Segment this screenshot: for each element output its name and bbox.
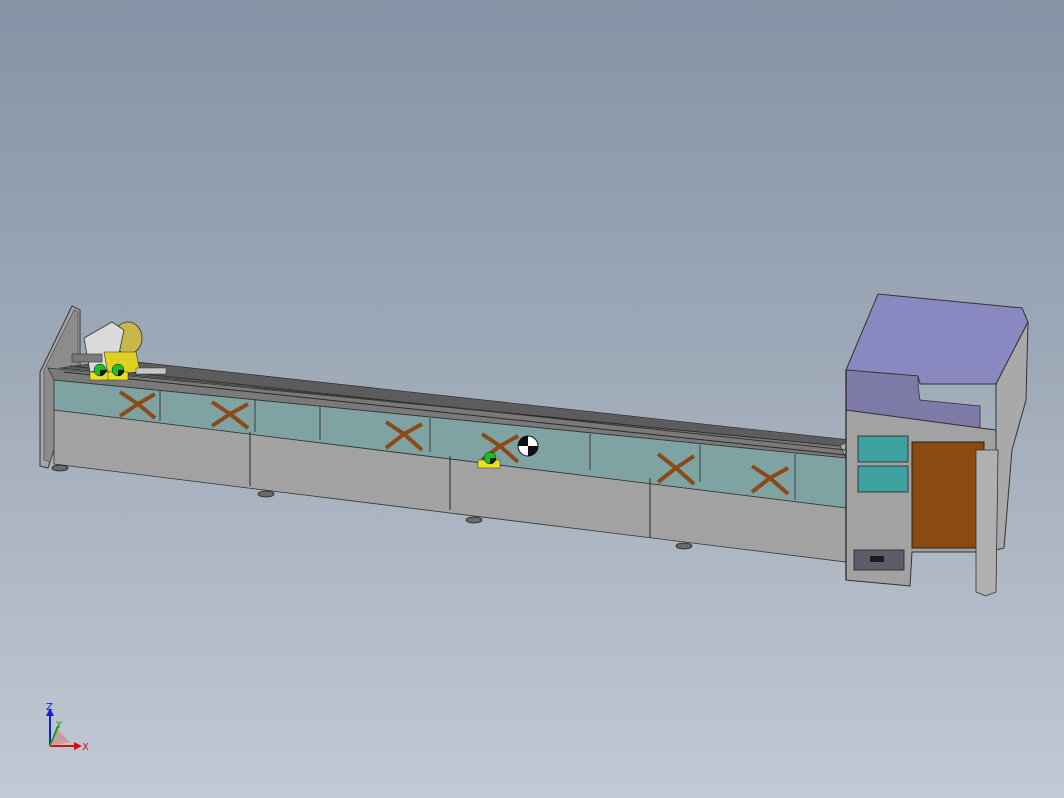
cabinet-leg xyxy=(975,449,999,597)
cabinet-window-lower xyxy=(857,465,909,493)
cabinet-window-upper xyxy=(857,435,909,463)
x-axis-label: X xyxy=(82,742,89,753)
cabinet-top xyxy=(845,293,1029,385)
leveling-foot xyxy=(675,542,693,550)
laser-head-cabinet[interactable] xyxy=(845,293,1029,597)
leveling-foot xyxy=(465,516,483,524)
pipe-cutting-machine-model[interactable] xyxy=(0,0,1064,798)
graphics-viewport[interactable]: Z Y X xyxy=(0,0,1064,798)
coordinate-triad[interactable]: Z Y X xyxy=(40,700,100,760)
leveling-foot xyxy=(257,490,275,498)
center-of-mass-icon[interactable] xyxy=(517,435,539,457)
z-axis-label: Z xyxy=(46,702,53,713)
feeder-slide xyxy=(135,367,167,375)
leveling-foot xyxy=(51,464,69,472)
x-axis-arrow xyxy=(74,742,82,750)
feeder-arm xyxy=(71,353,103,363)
cabinet-vent-slot xyxy=(870,556,884,562)
cabinet-door xyxy=(911,441,985,549)
y-axis-label: Y xyxy=(55,720,63,731)
